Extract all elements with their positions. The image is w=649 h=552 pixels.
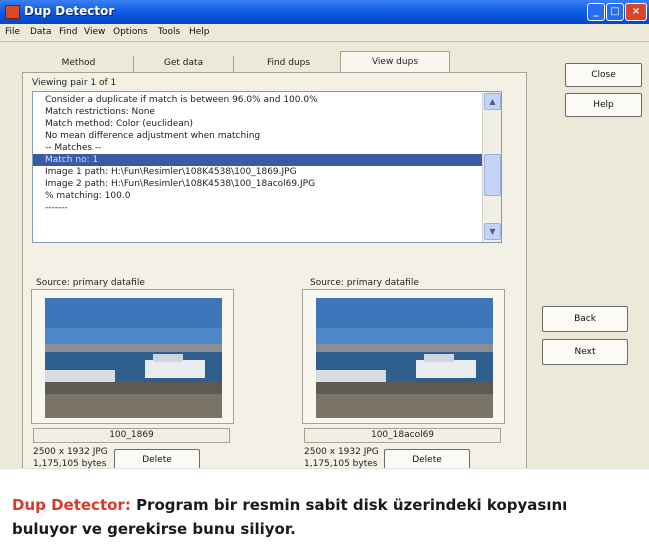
right-info-size: 1,175,105 bytes [304,459,378,468]
caption-text: Dup Detector: Program bir resmin sabit d… [12,493,632,541]
caption: Dup Detector: Program bir resmin sabit d… [0,468,649,552]
right-image-frame [302,289,505,424]
close-window-button[interactable]: × [625,3,647,21]
next-button[interactable]: Next [542,339,628,365]
title-bar[interactable]: Dup Detector _ □ × [0,0,649,24]
right-source-label: Source: primary datafile [310,278,419,288]
tab-view-dups[interactable]: View dups [340,51,450,72]
list-item[interactable]: Consider a duplicate if match is between… [33,94,482,106]
list-item-selected[interactable]: Match no: 1 [33,154,482,166]
menu-file[interactable]: File [5,27,20,37]
left-source-label: Source: primary datafile [36,278,145,288]
scroll-down-icon[interactable]: ▼ [484,223,501,240]
menu-tools[interactable]: Tools [158,27,180,37]
tab-strip: Method Get data Find dups View dups [0,48,470,72]
list-item[interactable]: No mean difference adjustment when match… [33,130,482,142]
right-delete-button[interactable]: Delete [384,449,470,468]
list-item[interactable]: Image 1 path: H:\Fun\Resimler\108K4538\1… [33,166,482,178]
list-item[interactable]: ------- [33,202,482,214]
tab-method[interactable]: Method [24,56,134,72]
left-info-size: 1,175,105 bytes [33,459,107,468]
menu-bar: File Data Find View Options Tools Help [0,24,649,42]
scroll-thumb[interactable] [484,154,501,196]
right-filename-field: 100_18acol69 [304,428,501,443]
right-photo[interactable] [316,298,493,418]
minimize-button[interactable]: _ [587,3,605,21]
left-image-frame [31,289,234,424]
maximize-button[interactable]: □ [606,3,624,21]
scroll-up-icon[interactable]: ▲ [484,93,501,110]
harbor-photo-icon [45,298,222,418]
results-list[interactable]: Consider a duplicate if match is between… [32,91,502,243]
help-button[interactable]: Help [565,93,642,117]
left-photo[interactable] [45,298,222,418]
menu-data[interactable]: Data [30,27,52,37]
list-item[interactable]: Image 2 path: H:\Fun\Resimler\108K4538\1… [33,178,482,190]
left-filename-field: 100_1869 [33,428,230,443]
menu-options[interactable]: Options [113,27,148,37]
list-item[interactable]: Match method: Color (euclidean) [33,118,482,130]
close-button[interactable]: Close [565,63,642,87]
viewing-pair-label: Viewing pair 1 of 1 [32,78,117,88]
tab-get-data[interactable]: Get data [134,56,234,72]
window-title: Dup Detector [24,4,115,18]
tab-find-dups[interactable]: Find dups [234,56,344,72]
left-delete-button[interactable]: Delete [114,449,200,468]
list-item[interactable]: % matching: 100.0 [33,190,482,202]
menu-find[interactable]: Find [59,27,77,37]
list-scrollbar[interactable]: ▲ ▼ [482,92,501,242]
caption-title: Dup Detector: [12,496,131,514]
menu-help[interactable]: Help [189,27,210,37]
right-info-dims: 2500 x 1932 JPG [304,447,379,457]
harbor-photo-icon [316,298,493,418]
list-item[interactable]: Match restrictions: None [33,106,482,118]
menu-view[interactable]: View [84,27,105,37]
back-button[interactable]: Back [542,306,628,332]
list-item[interactable]: -- Matches -- [33,142,482,154]
app-window: Dup Detector _ □ × File Data Find View O… [0,0,649,468]
app-icon [5,5,20,19]
left-info-dims: 2500 x 1932 JPG [33,447,108,457]
